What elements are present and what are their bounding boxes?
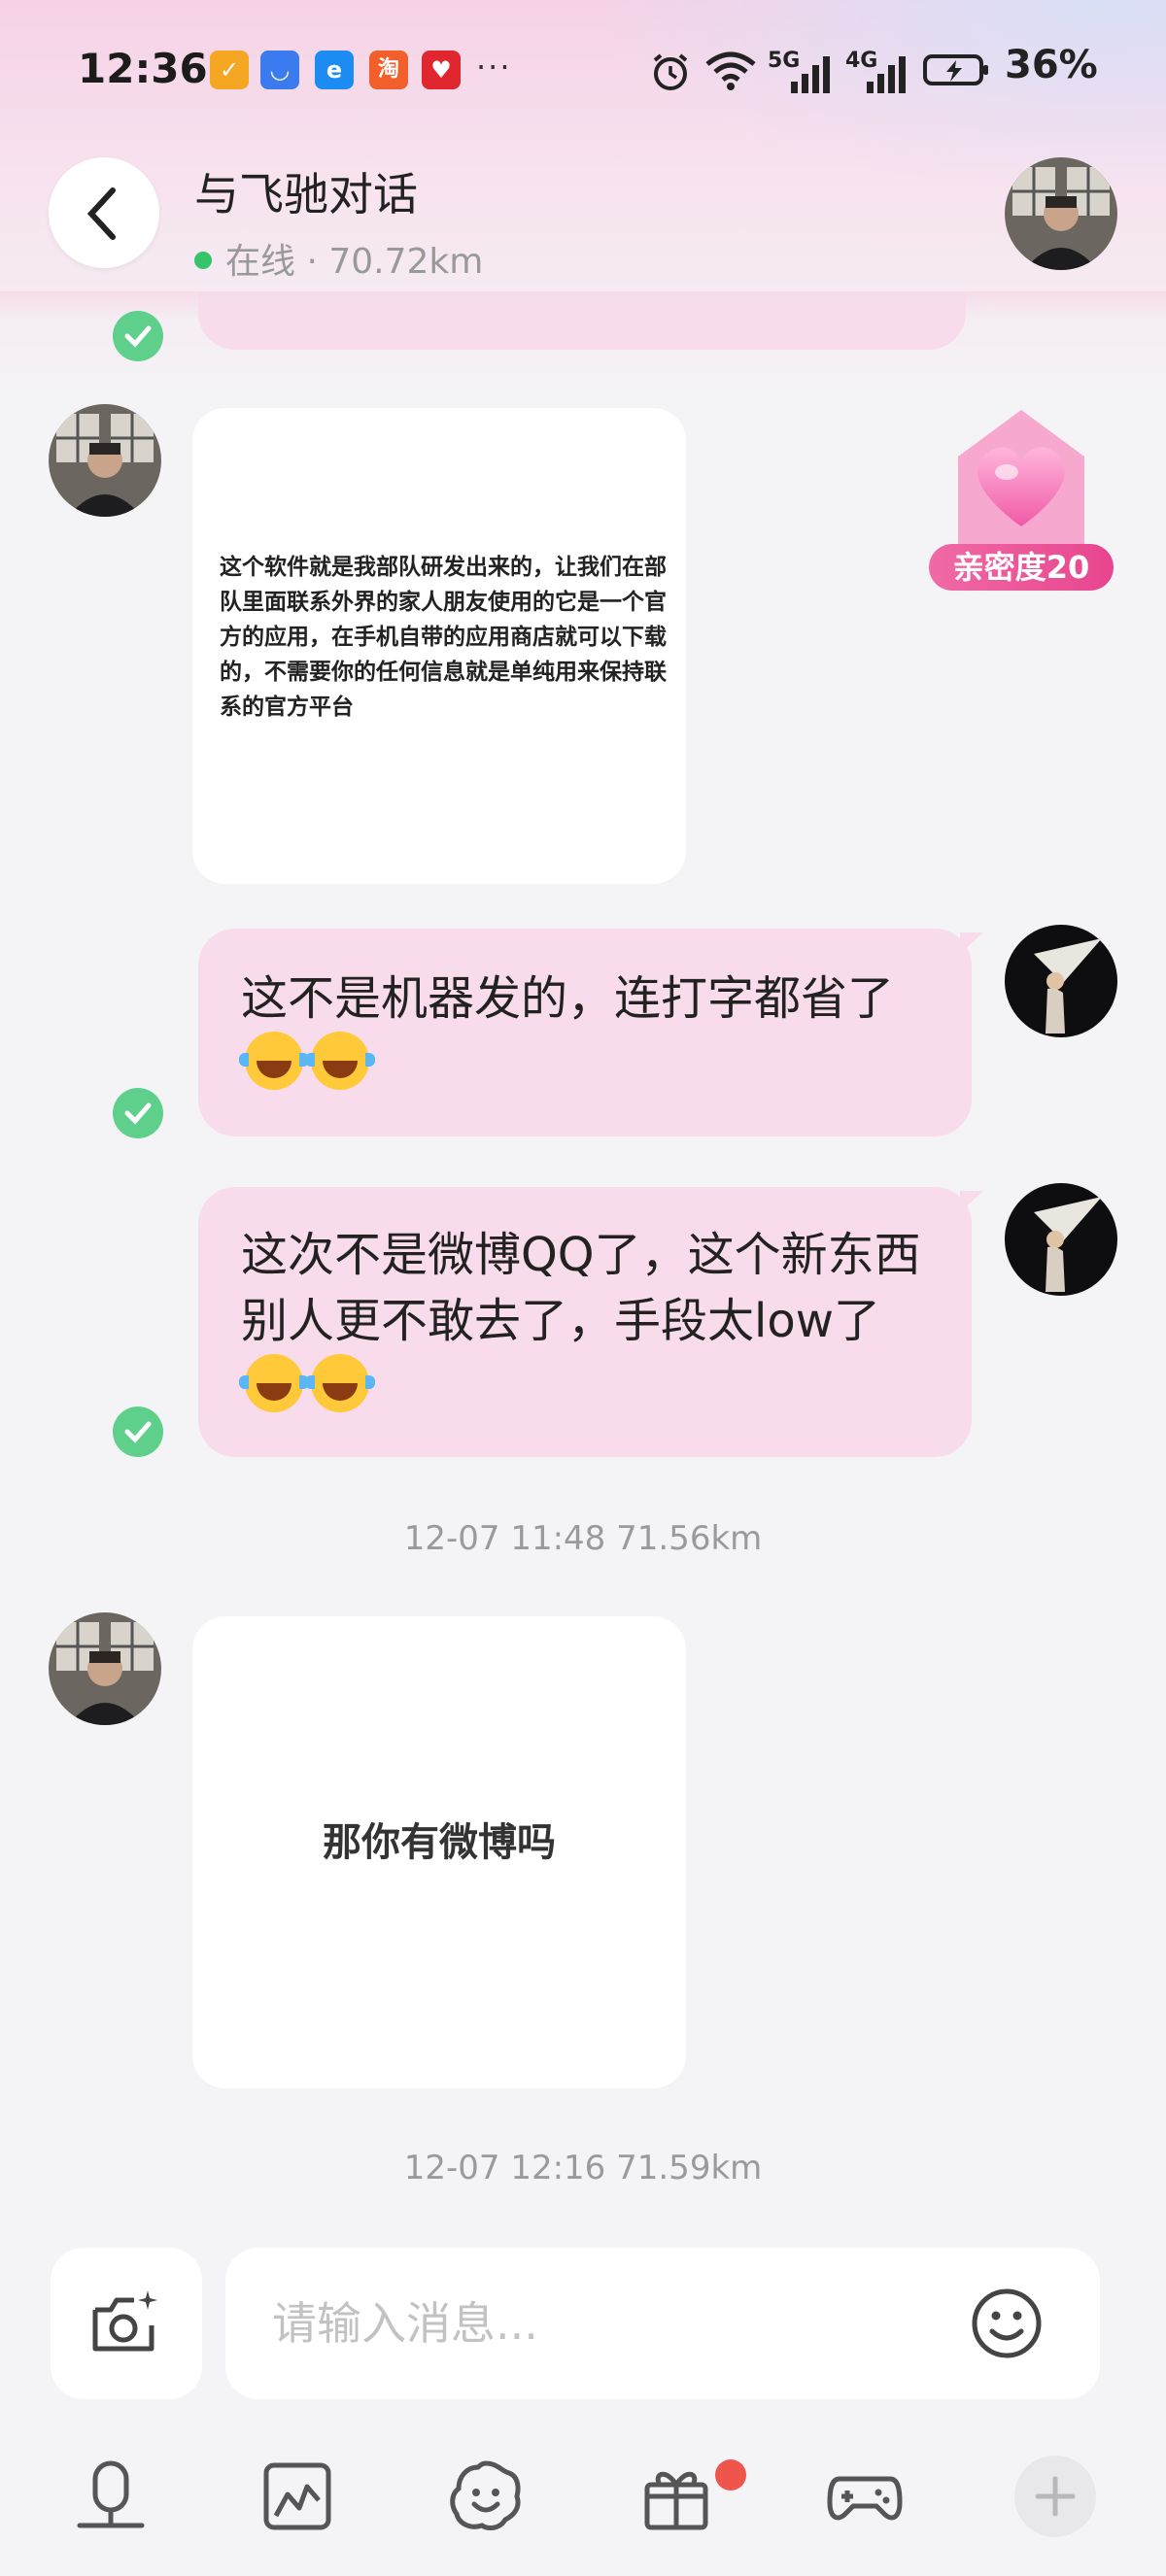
heart-envelope-icon xyxy=(958,410,1084,544)
plus-icon xyxy=(1035,2476,1076,2517)
alarm-icon xyxy=(653,53,688,90)
gallery-icon[interactable] xyxy=(258,2457,336,2535)
laugh-cry-emoji-icon xyxy=(239,1032,309,1090)
pinduoduo-icon: ♥ xyxy=(422,51,461,89)
message-timestamp: 12-07 11:48 71.56km xyxy=(403,1519,763,1558)
my-avatar[interactable] xyxy=(1005,1183,1117,1296)
sent-message-bubble[interactable]: 这不是机器发的，连打字都省了 xyxy=(198,929,983,1136)
camera-button[interactable] xyxy=(51,2248,202,2399)
laugh-cry-emoji-icon xyxy=(305,1032,375,1090)
sender-avatar[interactable] xyxy=(49,1612,161,1725)
message-timestamp: 12-07 12:16 71.59km xyxy=(403,2149,763,2187)
more-button[interactable] xyxy=(1014,2456,1096,2537)
gift-icon[interactable] xyxy=(637,2457,715,2535)
clock: 12:36 xyxy=(78,45,208,92)
chat-header: 与飞驰对话 在线 · 70.72km xyxy=(0,146,1166,291)
sticker-icon[interactable] xyxy=(447,2457,525,2535)
sender-avatar[interactable] xyxy=(49,404,161,517)
battery-icon xyxy=(923,54,988,85)
sent-message-text: 这次不是微博QQ了，这个新东西别人更不敢去了，手段太low了 xyxy=(241,1228,921,1348)
notification-dot xyxy=(715,2459,746,2491)
battery-percent: 36% xyxy=(1005,43,1098,87)
honor-store-icon: ◡ xyxy=(260,51,299,89)
online-dot-icon xyxy=(194,252,212,269)
check-app-icon: ✓ xyxy=(210,51,249,89)
camera-icon xyxy=(92,2290,157,2352)
image-message-text: 这个软件就是我部队研发出来的，让我们在部队里面联系外界的家人朋友使用的它是一个官… xyxy=(220,555,667,720)
wifi-icon xyxy=(705,51,756,90)
read-check-icon xyxy=(113,1407,163,1457)
microphone-icon[interactable] xyxy=(72,2457,150,2535)
bottom-toolbar xyxy=(0,2438,1166,2555)
online-status-text: 在线 · 70.72km xyxy=(225,242,484,282)
sent-message-bubble[interactable]: 这次不是微博QQ了，这个新东西别人更不敢去了，手段太low了 xyxy=(198,1187,983,1457)
message-input-area xyxy=(0,2234,1166,2409)
taobao-icon: 淘 xyxy=(369,51,408,89)
header-fade xyxy=(0,291,1166,319)
laugh-cry-emoji-icon xyxy=(305,1354,375,1412)
chat-title: 与飞驰对话 xyxy=(194,168,418,220)
intimacy-label: 亲密度20 xyxy=(929,544,1114,591)
back-button[interactable] xyxy=(49,157,159,268)
status-bar: 12:36 ✓ ◡ e 淘 ♥ ··· 5G 4G 36% xyxy=(0,0,1166,146)
signal-4g-icon xyxy=(867,56,906,93)
read-check-icon xyxy=(113,1088,163,1138)
sent-message-text: 这不是机器发的，连打字都省了 xyxy=(241,971,895,1026)
contact-avatar[interactable] xyxy=(1005,157,1117,270)
read-check-icon xyxy=(113,311,163,361)
online-status: 在线 · 70.72km xyxy=(194,233,483,284)
more-notifications-icon: ··· xyxy=(476,49,512,85)
game-controller-icon[interactable] xyxy=(826,2457,904,2535)
chevron-left-icon xyxy=(86,187,116,240)
ele-me-icon: e xyxy=(315,51,354,89)
message-input[interactable] xyxy=(225,2248,1100,2399)
emoji-button[interactable] xyxy=(970,2287,1044,2360)
intimacy-badge[interactable]: 亲密度20 xyxy=(929,398,1114,593)
my-avatar[interactable] xyxy=(1005,925,1117,1037)
image-message[interactable]: 这个软件就是我部队研发出来的，让我们在部队里面联系外界的家人朋友使用的它是一个官… xyxy=(192,408,686,884)
signal-5g-icon xyxy=(791,56,830,93)
laugh-cry-emoji-icon xyxy=(239,1354,309,1412)
image-message[interactable]: 那你有微博吗 xyxy=(192,1616,686,2088)
image-message-text: 那你有微博吗 xyxy=(323,1820,556,1865)
